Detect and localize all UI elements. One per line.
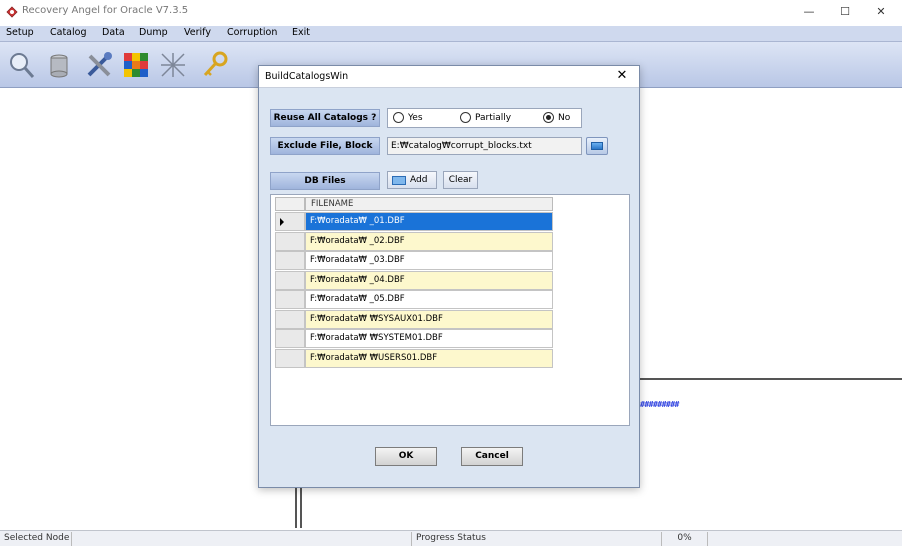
menu-exit[interactable]: Exit	[292, 27, 310, 38]
radio-circle	[543, 112, 554, 123]
table-row[interactable]: F:₩oradata₩ _04.DBF	[275, 271, 553, 290]
file-cell[interactable]: F:₩oradata₩ _03.DBF	[305, 251, 553, 270]
row-header[interactable]	[275, 310, 305, 329]
ok-button[interactable]: OK	[375, 447, 437, 466]
status-selected-node-value	[72, 532, 412, 546]
row-header[interactable]	[275, 232, 305, 251]
table-row[interactable]: F:₩oradata₩ ₩SYSTEM01.DBF	[275, 329, 553, 348]
menu-bar: Setup Catalog Data Dump Verify Corruptio…	[0, 26, 902, 42]
exclude-file-label: Exclude File, Block	[270, 137, 380, 155]
row-header[interactable]	[275, 271, 305, 290]
table-row[interactable]: F:₩oradata₩ _05.DBF	[275, 290, 553, 309]
menu-dump[interactable]: Dump	[139, 27, 168, 38]
reuse-catalogs-label: Reuse All Catalogs ?	[270, 109, 380, 127]
file-cell[interactable]: F:₩oradata₩ _02.DBF	[305, 232, 553, 251]
reuse-no-radio[interactable]: No	[543, 112, 581, 125]
table-row[interactable]: F:₩oradata₩ _01.DBF	[275, 212, 553, 231]
row-header[interactable]	[275, 349, 305, 368]
browse-file-button[interactable]	[586, 137, 608, 155]
close-window-button[interactable]: ✕	[866, 3, 896, 21]
menu-corruption[interactable]: Corruption	[227, 27, 277, 38]
build-catalogs-dialog: BuildCatalogsWin ✕ Reuse All Catalogs ? …	[258, 65, 640, 488]
key-icon[interactable]	[200, 50, 230, 80]
grid-column-header-filename[interactable]: FILENAME	[305, 197, 553, 211]
grid-corner-header	[275, 197, 305, 211]
catalog-tree-pane[interactable]	[0, 88, 297, 528]
current-row-icon	[280, 218, 284, 226]
file-cell[interactable]: F:₩oradata₩ ₩SYSAUX01.DBF	[305, 310, 553, 329]
menu-data[interactable]: Data	[102, 27, 125, 38]
row-header[interactable]	[275, 212, 305, 231]
menu-catalog[interactable]: Catalog	[50, 27, 86, 38]
reuse-catalogs-radio-group: Yes Partially No	[387, 108, 582, 128]
cube-icon[interactable]	[121, 50, 151, 80]
network-icon[interactable]	[158, 50, 188, 80]
search-icon[interactable]	[6, 50, 36, 80]
file-cell[interactable]: F:₩oradata₩ ₩USERS01.DBF	[305, 349, 553, 368]
dialog-close-button[interactable]: ✕	[613, 68, 631, 83]
add-file-label: Add	[410, 175, 428, 185]
database-icon[interactable]	[44, 50, 74, 80]
reuse-no-label: No	[558, 113, 571, 123]
file-cell[interactable]: F:₩oradata₩ ₩SYSTEM01.DBF	[305, 329, 553, 348]
add-file-button[interactable]: Add	[387, 171, 437, 189]
table-row[interactable]: F:₩oradata₩ ₩SYSAUX01.DBF	[275, 310, 553, 329]
file-cell[interactable]: F:₩oradata₩ _04.DBF	[305, 271, 553, 290]
reuse-partially-radio[interactable]: Partially	[460, 112, 530, 125]
table-row[interactable]: F:₩oradata₩ _02.DBF	[275, 232, 553, 251]
file-cell[interactable]: F:₩oradata₩ _05.DBF	[305, 290, 553, 309]
tools-icon[interactable]	[84, 50, 114, 80]
folder-icon	[591, 142, 603, 150]
status-progress: Progress Status	[412, 532, 662, 546]
title-bar: Recovery Angel for Oracle V7.3.5 — ☐ ✕	[0, 0, 902, 26]
menu-setup[interactable]: Setup	[6, 27, 34, 38]
row-header[interactable]	[275, 329, 305, 348]
row-header[interactable]	[275, 251, 305, 270]
dialog-title: BuildCatalogsWin	[265, 71, 349, 82]
reuse-partially-label: Partially	[475, 113, 512, 123]
reuse-yes-radio[interactable]: Yes	[393, 112, 448, 125]
table-row[interactable]: F:₩oradata₩ _03.DBF	[275, 251, 553, 270]
exclude-file-input[interactable]: E:₩catalog₩corrupt_blocks.txt	[387, 137, 582, 155]
radio-circle	[460, 112, 471, 123]
folder-icon	[392, 176, 406, 185]
recovery-angel-window: Recovery Angel for Oracle V7.3.5 — ☐ ✕ S…	[0, 0, 902, 546]
table-row[interactable]: F:₩oradata₩ ₩USERS01.DBF	[275, 349, 553, 368]
status-percent: 0%	[662, 532, 708, 546]
radio-circle	[393, 112, 404, 123]
maximize-button[interactable]: ☐	[830, 3, 860, 21]
status-bar: Selected Node Progress Status 0%	[0, 530, 902, 546]
app-logo-icon	[6, 6, 18, 18]
progress-hash-trail: #########	[640, 400, 679, 409]
dialog-title-bar: BuildCatalogsWin ✕	[259, 66, 639, 88]
row-header[interactable]	[275, 290, 305, 309]
db-files-label: DB Files	[270, 172, 380, 190]
clear-files-button[interactable]: Clear	[443, 171, 478, 189]
radio-selected-dot	[546, 115, 551, 120]
status-selected-node: Selected Node	[0, 532, 72, 546]
file-cell[interactable]: F:₩oradata₩ _01.DBF	[305, 212, 553, 231]
minimize-button[interactable]: —	[794, 3, 824, 21]
menu-verify[interactable]: Verify	[184, 27, 211, 38]
db-files-grid[interactable]: FILENAME F:₩oradata₩ _01.DBF F:₩oradata₩…	[270, 194, 630, 426]
window-title: Recovery Angel for Oracle V7.3.5	[22, 5, 189, 16]
reuse-yes-label: Yes	[408, 113, 423, 123]
cancel-button[interactable]: Cancel	[461, 447, 523, 466]
